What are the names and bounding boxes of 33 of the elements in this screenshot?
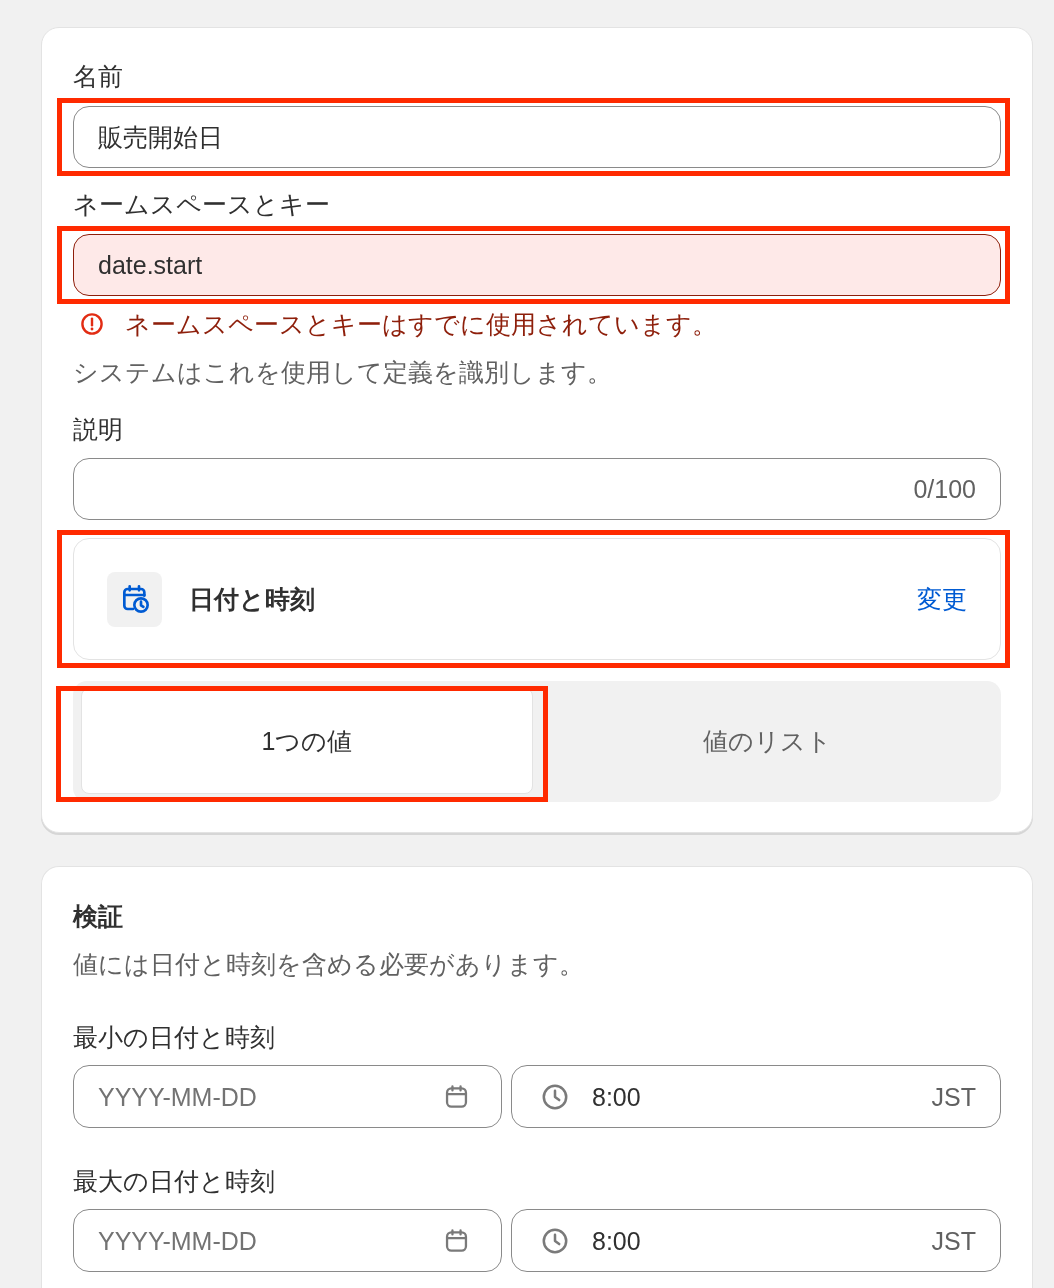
field-label: 最大の日付と時刻 [73,1166,275,1197]
value-mode-tab[interactable]: 1つの値 [81,688,533,794]
field-label: 説明 [73,414,123,445]
name-input[interactable]: 販売開始日 [73,106,1001,168]
field-label: ネームスペースとキー [73,189,330,220]
date-input[interactable]: YYYY-MM-DD [73,1209,502,1272]
calendar-clock-icon [107,571,162,627]
section-title: 検証 [73,901,123,932]
clock-icon [541,1226,569,1255]
field-label: 名前 [73,61,123,92]
time-value: 8:00 [592,1225,641,1257]
type-name: 日付と時刻 [189,584,315,615]
timezone-label: JST [931,1225,976,1257]
time-input[interactable]: 8:00 JST [511,1065,1001,1128]
date-placeholder: YYYY-MM-DD [98,1081,257,1113]
change-link[interactable]: 変更 [917,583,967,615]
time-input[interactable]: 8:00 JST [511,1209,1001,1272]
calendar-icon [443,1083,470,1110]
namespace-key-input[interactable]: date.start [73,234,1001,296]
date-input[interactable]: YYYY-MM-DD [73,1065,502,1128]
clock-icon [541,1082,569,1111]
field-label: 最小の日付と時刻 [73,1022,275,1053]
character-count: 0/100 [913,474,976,505]
timezone-label: JST [931,1081,976,1113]
error-message: ネームスペースとキーはすでに使用されています。 [125,309,717,340]
section-description: 値には日付と時刻を含める必要があります。 [73,949,584,980]
description-input[interactable]: 0/100 [73,458,1001,520]
value-mode-tab[interactable]: 値のリスト [541,688,993,794]
calendar-icon [443,1227,470,1254]
time-value: 8:00 [592,1081,641,1113]
date-placeholder: YYYY-MM-DD [98,1225,257,1257]
error-icon [80,312,104,336]
help-text: システムはこれを使用して定義を識別します。 [73,357,612,388]
